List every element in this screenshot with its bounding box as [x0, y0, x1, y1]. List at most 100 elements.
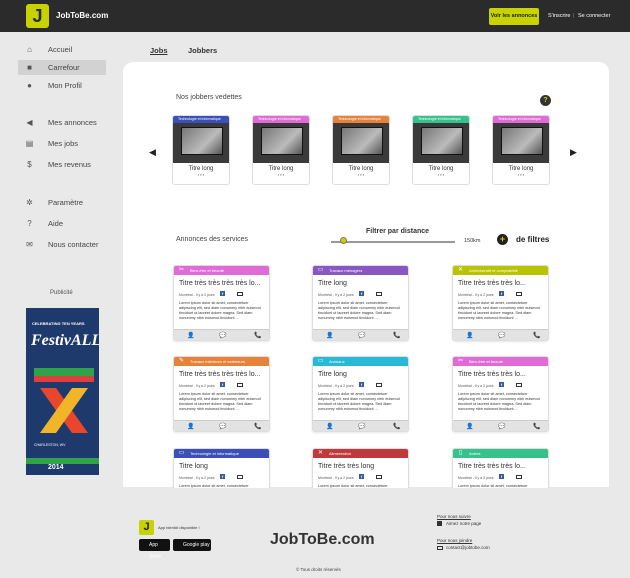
card-title[interactable]: Titre long	[179, 463, 269, 470]
mail-share-icon[interactable]	[516, 383, 522, 387]
add-contact-icon[interactable]: 👤	[466, 423, 473, 430]
mail-share-icon[interactable]	[376, 475, 382, 479]
contact-email-link[interactable]: contact@jobtobe.com	[446, 545, 490, 550]
phone-icon[interactable]: 📞	[533, 332, 540, 339]
phone-icon[interactable]: 📞	[254, 423, 261, 430]
jobber-card[interactable]: Technologie et informatique Titre long ▪ ▪…	[252, 115, 310, 185]
sidebar-item-annonces[interactable]: ◀ Mes annonces	[18, 115, 106, 130]
jobber-card[interactable]: Technologie et informatique Titre long ▪ ▪…	[332, 115, 390, 185]
chat-icon[interactable]: 💬	[498, 423, 505, 430]
google-play-button[interactable]: Google play	[173, 539, 211, 551]
card-category: ▭ Travaux ménagers	[313, 266, 408, 275]
mail-share-icon[interactable]	[376, 383, 382, 387]
jobber-card[interactable]: Technologie et informatique Titre long ▪ ▪…	[492, 115, 550, 185]
card-title[interactable]: Titre très très long	[318, 463, 408, 470]
brand-name[interactable]: JobToBe.com	[56, 11, 108, 20]
view-ads-button[interactable]: Voir les annonces	[489, 8, 539, 25]
category-icon: ▯	[458, 450, 463, 456]
sidebar-item-accueil[interactable]: ⌂ Accueil	[18, 42, 106, 57]
phone-icon[interactable]: 📞	[533, 423, 540, 430]
sidebar-item-profil[interactable]: ● Mon Profil	[18, 78, 106, 93]
jobber-card[interactable]: Technologie et informatique Titre long ▪ ▪…	[412, 115, 470, 185]
card-actions: 👤 💬 📞	[453, 329, 548, 340]
ad-banner[interactable]: CELEBRATING TEN YEARS FestivALL CHARLEST…	[26, 308, 99, 475]
jobber-category: Technologie et informatique	[413, 116, 469, 123]
chat-icon[interactable]: 💬	[358, 332, 365, 339]
facebook-share-icon[interactable]: f	[220, 291, 225, 296]
mail-share-icon[interactable]	[237, 475, 243, 479]
mail-share-icon[interactable]	[237, 292, 243, 296]
phone-icon[interactable]: 📞	[254, 332, 261, 339]
service-card[interactable]: ✂ Bien-être et beauté Titre très très très…	[452, 356, 549, 432]
card-actions: 👤 💬 📞	[313, 329, 408, 340]
card-title[interactable]: Titre très très très lo...	[458, 280, 548, 287]
sidebar-item-parametre[interactable]: ✲ Paramètre	[18, 195, 106, 210]
sidebar-item-contact[interactable]: ✉ Nous contacter	[18, 237, 106, 252]
add-contact-icon[interactable]: 👤	[187, 332, 194, 339]
service-card[interactable]: ▭ Animaux Titre long Montréal - Il y a 2 jo…	[312, 356, 409, 432]
card-date: Montréal - Il y a 2 jours	[458, 384, 494, 388]
service-card[interactable]: ▭ Travaux ménagers Titre long Montréal - Il…	[312, 265, 409, 341]
featured-title: Nos jobbers vedettes	[176, 94, 242, 101]
card-actions: 👤 💬 📞	[174, 329, 269, 340]
chat-icon[interactable]: 💬	[219, 423, 226, 430]
add-contact-icon[interactable]: 👤	[187, 423, 194, 430]
tab-jobs[interactable]: Jobs	[150, 46, 168, 55]
card-title[interactable]: Titre très très très lo...	[458, 463, 548, 470]
signup-link[interactable]: S'inscrire	[548, 13, 570, 19]
distance-slider[interactable]	[331, 241, 455, 243]
card-title[interactable]: Titre très très très lo...	[458, 371, 548, 378]
add-contact-icon[interactable]: 👤	[326, 332, 333, 339]
card-category-label: Animaux	[329, 359, 345, 364]
carousel-next-icon[interactable]: ▶	[570, 147, 577, 158]
add-contact-icon[interactable]: 👤	[326, 423, 333, 430]
more-filters-icon[interactable]: +	[497, 234, 508, 245]
facebook-share-icon[interactable]: f	[499, 474, 504, 479]
facebook-share-icon[interactable]: f	[499, 382, 504, 387]
facebook-share-icon[interactable]: f	[359, 474, 364, 479]
app-store-button[interactable]: App Store	[139, 539, 170, 560]
facebook-share-icon[interactable]: f	[359, 382, 364, 387]
phone-icon[interactable]: 📞	[393, 423, 400, 430]
tab-jobbers[interactable]: Jobbers	[188, 46, 217, 55]
mail-share-icon[interactable]	[516, 292, 522, 296]
help-icon[interactable]: ?	[540, 95, 551, 106]
service-card[interactable]: ✕ Administratif et comptabilité Titre très…	[452, 265, 549, 341]
chat-icon[interactable]: 💬	[498, 332, 505, 339]
card-category: ✂ Bien-être et beauté	[453, 357, 548, 366]
footer-brand: JobToBe.com	[270, 531, 375, 548]
add-contact-icon[interactable]: 👤	[466, 332, 473, 339]
card-title[interactable]: Titre long	[318, 280, 408, 287]
app-logo[interactable]: J	[26, 4, 49, 28]
chat-icon[interactable]: 💬	[219, 332, 226, 339]
category-icon: ✂	[457, 358, 464, 364]
more-filters-button[interactable]: de filtres	[516, 235, 549, 244]
facebook-share-icon[interactable]: f	[220, 382, 225, 387]
login-link[interactable]: Se connecter	[578, 13, 610, 19]
card-title[interactable]: Titre long	[318, 371, 408, 378]
mail-share-icon[interactable]	[237, 383, 243, 387]
chat-icon[interactable]: 💬	[358, 423, 365, 430]
sidebar-item-jobs[interactable]: ▤ Mes jobs	[18, 136, 106, 151]
card-title[interactable]: Titre très très très très lo...	[179, 371, 269, 378]
card-category: ▭ Animaux	[313, 357, 408, 366]
sidebar-item-label: Paramètre	[48, 198, 84, 207]
mail-share-icon[interactable]	[516, 475, 522, 479]
sidebar-item-carrefour[interactable]: ■ Carrefour	[18, 60, 106, 75]
jobber-card[interactable]: Technologie et informatique Titre long ▪ ▪…	[172, 115, 230, 185]
facebook-share-icon[interactable]: f	[220, 474, 225, 479]
sidebar-item-label: Nous contacter	[48, 240, 99, 249]
facebook-share-icon[interactable]: f	[499, 291, 504, 296]
service-card[interactable]: ✎ Travaux intérieurs et extérieurs Titre t…	[173, 356, 270, 432]
distance-filter-label: Filtrer par distance	[366, 228, 430, 235]
carousel-prev-icon[interactable]: ◀	[149, 147, 156, 158]
sidebar-item-aide[interactable]: ? Aide	[18, 216, 106, 231]
sidebar-item-revenus[interactable]: $ Mes revenus	[18, 157, 106, 172]
phone-icon[interactable]: 📞	[393, 332, 400, 339]
card-title[interactable]: Titre très très très très lo...	[179, 280, 269, 287]
jobber-photo	[413, 123, 469, 163]
service-card[interactable]: ✂ Bien-être et beauté Titre très très très…	[173, 265, 270, 341]
facebook-share-icon[interactable]: f	[359, 291, 364, 296]
facebook-link[interactable]: Aimez notre page	[446, 521, 481, 526]
mail-share-icon[interactable]	[376, 292, 382, 296]
